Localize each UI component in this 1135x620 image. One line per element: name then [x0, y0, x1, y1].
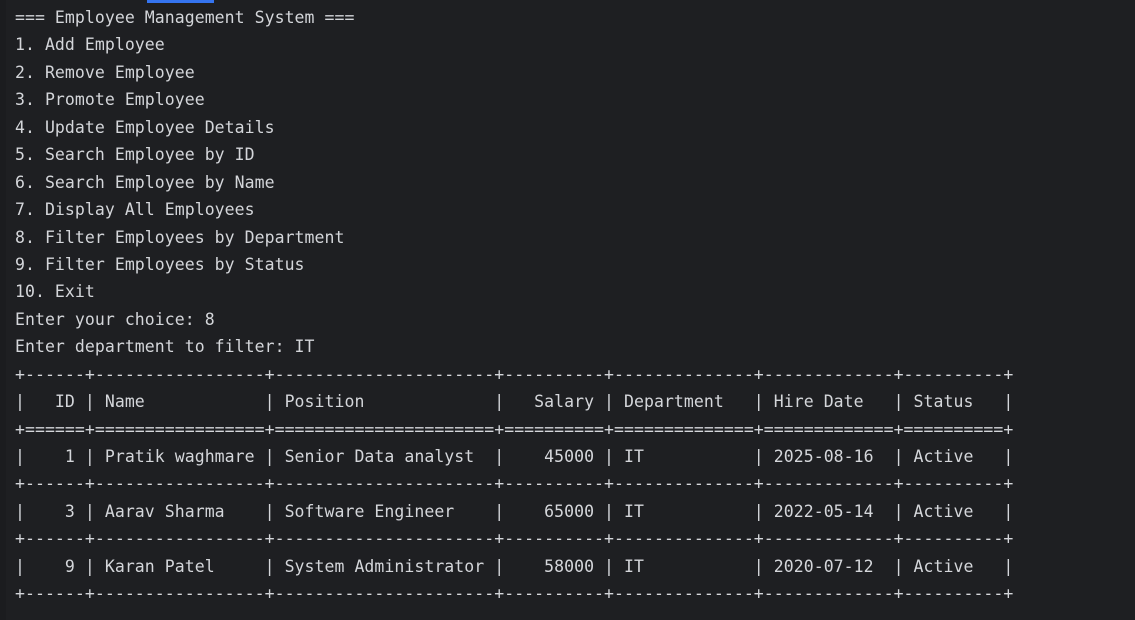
table-top-border: +------+-----------------+--------------…	[15, 364, 1014, 384]
department-prompt: Enter department to filter: IT	[15, 337, 315, 357]
menu-option-display-all: 7. Display All Employees	[15, 200, 255, 220]
table-row: | 9 | Karan Patel | System Administrator…	[15, 556, 1014, 576]
choice-prompt: Enter your choice: 8	[15, 309, 215, 329]
menu-option-search-id: 5. Search Employee by ID	[15, 145, 255, 165]
table-header: | ID | Name | Position | Salary | Depart…	[15, 392, 1014, 412]
table-header-separator: +======+=================+==============…	[15, 419, 1014, 439]
menu-option-update: 4. Update Employee Details	[15, 117, 275, 137]
menu-option-add: 1. Add Employee	[15, 35, 165, 55]
active-tab-indicator	[147, 0, 214, 3]
menu-option-filter-status: 9. Filter Employees by Status	[15, 254, 305, 274]
menu-title: === Employee Management System ===	[15, 8, 355, 27]
console-output: === Employee Management System === 1. Ad…	[15, 4, 1013, 608]
run-console[interactable]: === Employee Management System === 1. Ad…	[0, 0, 1135, 620]
menu-option-search-name: 6. Search Employee by Name	[15, 172, 275, 192]
table-row-border: +------+-----------------+--------------…	[15, 474, 1014, 494]
menu-option-promote: 3. Promote Employee	[15, 90, 205, 110]
menu-option-remove: 2. Remove Employee	[15, 62, 195, 82]
table-row: | 1 | Pratik waghmare | Senior Data anal…	[15, 447, 1014, 466]
menu-option-filter-department: 8. Filter Employees by Department	[15, 227, 345, 247]
table-row: | 3 | Aarav Sharma | Software Engineer |…	[15, 501, 1014, 521]
console-gutter	[0, 0, 6, 620]
table-bottom-border: +------+-----------------+--------------…	[15, 584, 1014, 604]
menu-option-exit: 10. Exit	[15, 282, 95, 302]
table-row-border: +------+-----------------+--------------…	[15, 529, 1014, 549]
